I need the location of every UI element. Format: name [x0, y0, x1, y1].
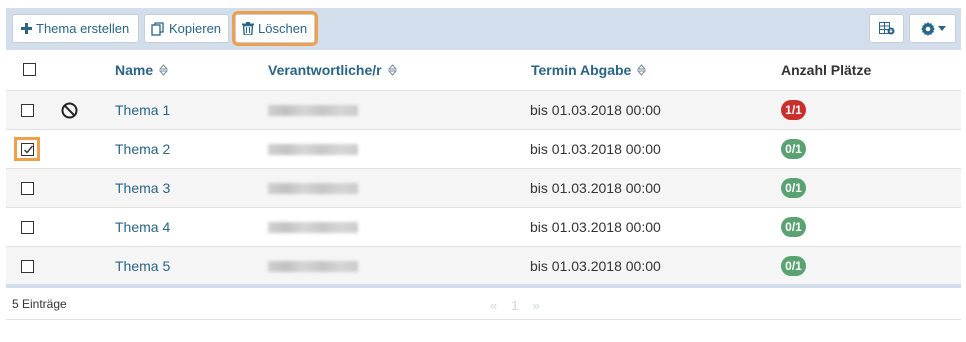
delete-button[interactable]: Löschen	[232, 11, 318, 46]
deadline-text: bis 01.03.2018 00:00	[530, 219, 661, 235]
row-checkbox[interactable]	[20, 142, 34, 156]
pagination-prev[interactable]: «	[490, 298, 497, 313]
pagination-next[interactable]: »	[532, 298, 539, 313]
row-checkbox[interactable]	[20, 259, 34, 273]
column-header-places: Anzahl Plätze	[781, 62, 871, 78]
responsible-person-redacted	[268, 91, 358, 129]
row-checkbox-wrap	[14, 254, 40, 278]
responsible-person-redacted	[268, 169, 358, 207]
deadline-text: bis 01.03.2018 00:00	[530, 141, 661, 157]
deadline-text: bis 01.03.2018 00:00	[530, 102, 661, 118]
entry-count: 5 Einträge	[12, 297, 67, 311]
responsible-person-redacted	[268, 247, 358, 285]
create-topic-button[interactable]: Thema erstellen	[12, 14, 139, 43]
create-topic-label: Thema erstellen	[36, 21, 130, 36]
select-all-checkbox-wrap	[16, 56, 42, 82]
pagination-page[interactable]: 1	[511, 298, 518, 313]
table-row: Thema 3 bis 01.03.2018 00:00 0/1	[6, 168, 961, 207]
pagination: « 1 »	[490, 298, 540, 313]
row-checkbox-wrap	[14, 98, 40, 122]
copy-label: Kopieren	[169, 21, 222, 36]
caret-down-icon	[937, 26, 946, 31]
topic-link[interactable]: Thema 5	[115, 247, 170, 285]
row-checkbox-wrap	[14, 215, 40, 239]
settings-dropdown-button[interactable]	[909, 14, 956, 43]
copy-button[interactable]: Kopieren	[144, 14, 229, 43]
table-export-icon	[878, 22, 895, 35]
column-header-deadline[interactable]: Termin Abgabe	[531, 62, 647, 78]
sort-icon	[159, 64, 169, 76]
column-header-responsible[interactable]: Verantwortliche/r	[268, 62, 397, 78]
blocked-icon	[61, 91, 78, 129]
places-badge: 0/1	[781, 139, 806, 159]
column-header-name-label: Name	[115, 62, 154, 78]
table-row: Thema 5 bis 01.03.2018 00:00 0/1	[6, 246, 961, 285]
places-badge: 0/1	[781, 178, 806, 198]
table-footer: 5 Einträge « 1 »	[6, 288, 961, 320]
sort-icon	[387, 64, 397, 76]
plus-icon	[21, 23, 32, 34]
places-badge: 0/1	[781, 217, 806, 237]
copy-icon	[151, 21, 165, 36]
places-badge: 0/1	[781, 256, 806, 276]
check-icon	[23, 145, 33, 154]
responsible-person-redacted	[268, 208, 358, 246]
row-checkbox[interactable]	[20, 103, 34, 117]
gear-icon	[920, 21, 936, 37]
select-all-checkbox[interactable]	[22, 62, 36, 76]
table-row: Thema 1 bis 01.03.2018 00:00 1/1	[6, 90, 961, 129]
column-header-name[interactable]: Name	[115, 62, 169, 78]
row-checkbox[interactable]	[20, 220, 34, 234]
column-header-responsible-label: Verantwortliche/r	[268, 62, 382, 78]
topic-link[interactable]: Thema 1	[115, 91, 170, 129]
deadline-text: bis 01.03.2018 00:00	[530, 180, 661, 196]
table-row: Thema 2 bis 01.03.2018 00:00 0/1	[6, 129, 961, 168]
table-header: Name Verantwortliche/r Termin Abgabe Anz…	[6, 50, 961, 90]
trash-icon	[242, 22, 254, 35]
topic-link[interactable]: Thema 2	[115, 130, 170, 168]
column-header-deadline-label: Termin Abgabe	[531, 62, 632, 78]
deadline-text: bis 01.03.2018 00:00	[530, 258, 661, 274]
column-header-places-label: Anzahl Plätze	[781, 62, 872, 78]
row-checkbox-wrap	[14, 137, 40, 161]
table-row: Thema 4 bis 01.03.2018 00:00 0/1	[6, 207, 961, 246]
responsible-person-redacted	[268, 130, 358, 168]
table-toolbar: Thema erstellen Kopieren Löschen	[6, 8, 961, 50]
row-checkbox-wrap	[14, 176, 40, 200]
topic-link[interactable]: Thema 3	[115, 169, 170, 207]
sort-icon	[637, 64, 647, 76]
places-badge: 1/1	[781, 100, 806, 120]
export-button[interactable]	[869, 14, 904, 43]
delete-label: Löschen	[258, 21, 308, 36]
row-checkbox[interactable]	[20, 181, 34, 195]
topic-link[interactable]: Thema 4	[115, 208, 170, 246]
